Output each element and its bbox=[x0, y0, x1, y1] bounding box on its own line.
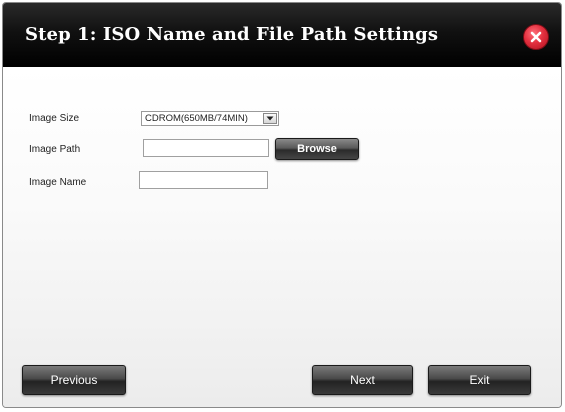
close-button[interactable] bbox=[523, 24, 549, 50]
next-button[interactable]: Next bbox=[312, 365, 413, 395]
chevron-down-icon[interactable] bbox=[263, 113, 277, 124]
iso-settings-dialog: Step 1: ISO Name and File Path Settings … bbox=[2, 2, 562, 408]
image-size-label: Image Size bbox=[29, 113, 80, 124]
browse-button[interactable]: Browse bbox=[275, 138, 359, 160]
exit-button[interactable]: Exit bbox=[428, 365, 531, 395]
dialog-title: Step 1: ISO Name and File Path Settings bbox=[25, 24, 439, 45]
dialog-titlebar: Step 1: ISO Name and File Path Settings bbox=[3, 3, 561, 67]
close-x-icon bbox=[530, 31, 542, 43]
image-name-input[interactable] bbox=[139, 171, 268, 189]
image-size-select[interactable]: CDROM(650MB/74MIN) bbox=[141, 111, 279, 126]
image-size-selected-value: CDROM(650MB/74MIN) bbox=[145, 113, 248, 124]
dialog-body bbox=[3, 67, 561, 407]
image-path-input[interactable] bbox=[143, 139, 269, 157]
image-name-label: Image Name bbox=[29, 177, 87, 188]
image-path-label: Image Path bbox=[29, 144, 81, 155]
previous-button[interactable]: Previous bbox=[22, 365, 126, 395]
